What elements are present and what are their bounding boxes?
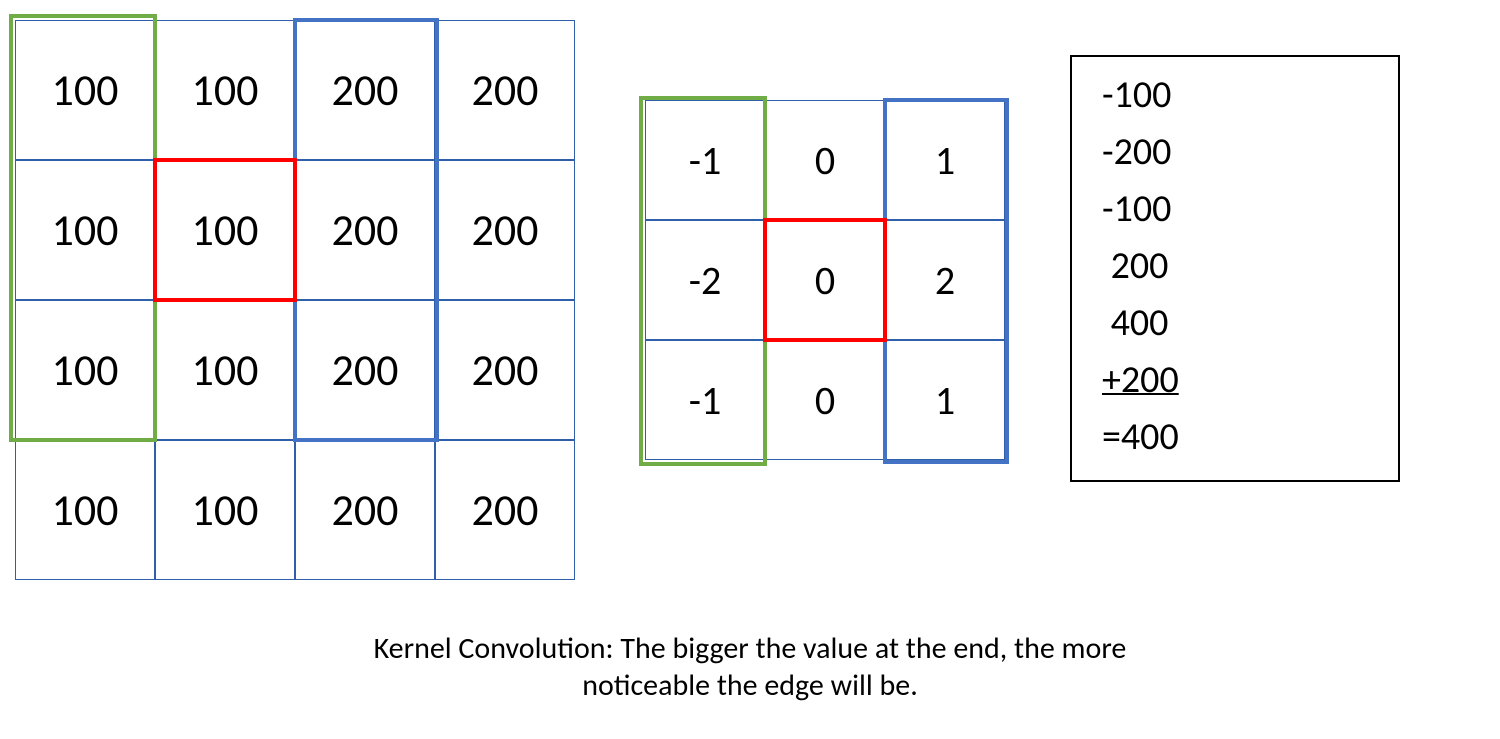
calc-last-add: +200 (1102, 352, 1368, 409)
image-cell: 200 (435, 160, 575, 300)
image-cell: 200 (435, 440, 575, 580)
kernel-cell: 1 (885, 340, 1005, 460)
kernel-cell: 0 (765, 100, 885, 220)
kernel-cell: 0 (765, 340, 885, 460)
image-cell: 100 (155, 20, 295, 160)
image-cell: 100 (155, 440, 295, 580)
caption-line-2: noticeable the edge will be. (582, 667, 918, 704)
calc-result: =400 (1102, 409, 1368, 466)
calc-line: -100 (1102, 67, 1368, 124)
image-cell: 100 (15, 160, 155, 300)
diagram-stage: 100 100 200 200 100 100 200 200 100 100 … (0, 0, 1500, 739)
kernel-cell: 1 (885, 100, 1005, 220)
image-cell: 100 (155, 160, 295, 300)
calc-line: -200 (1102, 124, 1368, 181)
caption: Kernel Convolution: The bigger the value… (0, 630, 1500, 704)
image-cell: 100 (155, 300, 295, 440)
image-cell: 200 (435, 20, 575, 160)
image-grid: 100 100 200 200 100 100 200 200 100 100 … (15, 20, 575, 580)
kernel-cell: -1 (645, 340, 765, 460)
image-cell: 200 (295, 300, 435, 440)
image-cell: 200 (295, 20, 435, 160)
kernel-cell: 2 (885, 220, 1005, 340)
image-cell: 100 (15, 20, 155, 160)
calculation-box: -100 -200 -100 200 400 +200 =400 (1070, 55, 1400, 482)
caption-line-1: Kernel Convolution: The bigger the value… (374, 630, 1127, 667)
kernel-cell: -1 (645, 100, 765, 220)
image-cell: 100 (15, 440, 155, 580)
image-cell: 200 (435, 300, 575, 440)
kernel-cell: -2 (645, 220, 765, 340)
kernel-cell: 0 (765, 220, 885, 340)
calc-line: 200 (1102, 238, 1368, 295)
image-cell: 200 (295, 160, 435, 300)
calc-line: -100 (1102, 181, 1368, 238)
calc-line: 400 (1102, 295, 1368, 352)
image-cell: 100 (15, 300, 155, 440)
kernel-grid: -1 0 1 -2 0 2 -1 0 1 (645, 100, 1005, 460)
image-cell: 200 (295, 440, 435, 580)
